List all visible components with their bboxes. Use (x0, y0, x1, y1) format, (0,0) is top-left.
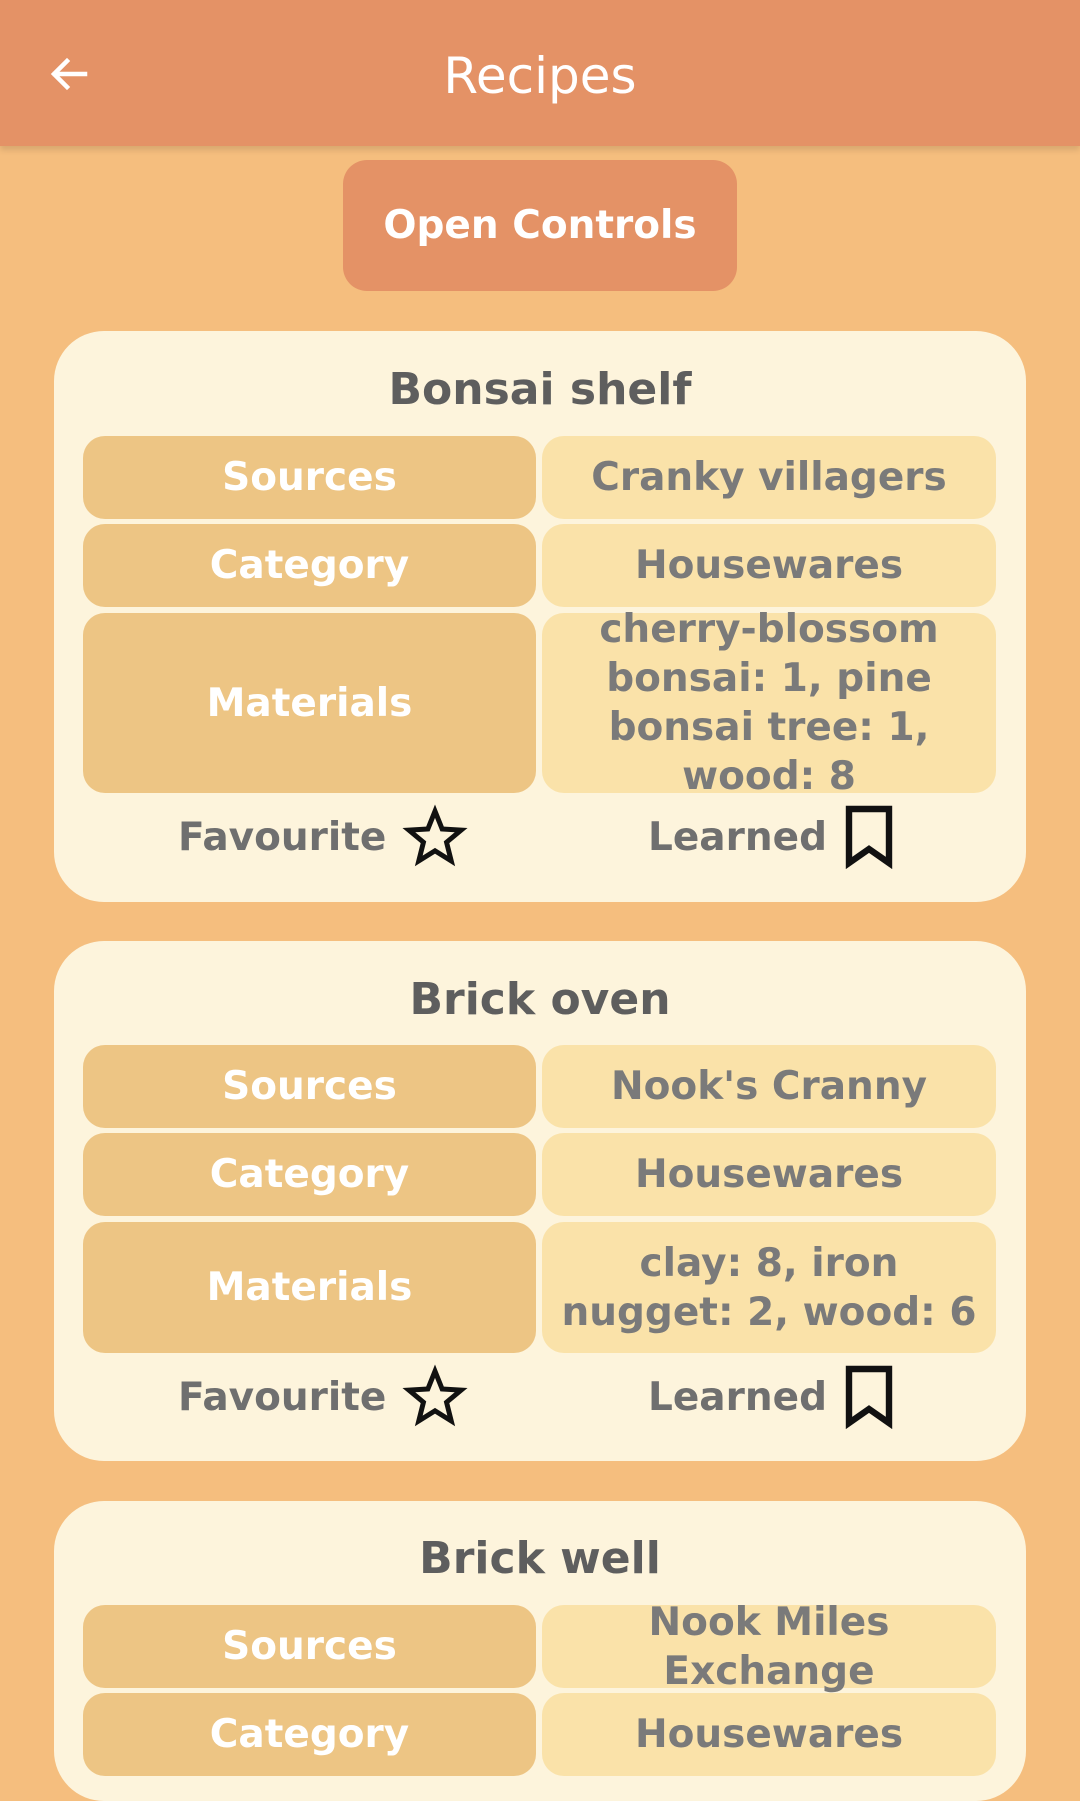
star-outline-icon (402, 1364, 468, 1430)
sources-label: Sources (83, 436, 536, 519)
bookmark-outline-icon (843, 805, 895, 869)
recipe-card: Bonsai shelf Sources Cranky villagers Ca… (54, 331, 1026, 902)
learned-toggle[interactable]: Learned (648, 797, 895, 877)
sources-value: Cranky villagers (542, 436, 996, 519)
learned-toggle[interactable]: Learned (648, 1357, 895, 1437)
materials-label: Materials (83, 613, 536, 793)
bookmark-outline-icon (843, 1365, 895, 1429)
recipe-name: Brick oven (409, 974, 671, 1025)
sources-value: Nook's Cranny (542, 1045, 996, 1128)
favourite-toggle[interactable]: Favourite (178, 797, 468, 877)
learned-label: Learned (648, 1374, 827, 1420)
category-label: Category (83, 1693, 536, 1776)
favourite-label: Favourite (178, 814, 387, 860)
recipe-card: Brick well Sources Nook Miles Exchange C… (54, 1501, 1026, 1801)
category-value: Housewares (542, 524, 996, 607)
favourite-label: Favourite (178, 1374, 387, 1420)
favourite-toggle[interactable]: Favourite (178, 1357, 468, 1437)
materials-value: cherry-blossom bonsai: 1, pine bonsai tr… (542, 607, 996, 799)
category-label: Category (83, 1133, 536, 1216)
sources-label: Sources (83, 1605, 536, 1688)
star-outline-icon (402, 804, 468, 870)
recipe-name: Brick well (419, 1533, 661, 1584)
materials-label: Materials (83, 1222, 536, 1353)
open-controls-button[interactable]: Open Controls (343, 160, 737, 291)
recipe-name: Bonsai shelf (388, 364, 692, 415)
category-value: Housewares (542, 1133, 996, 1216)
page-title: Recipes (443, 47, 637, 105)
app-bar: Recipes (0, 0, 1080, 146)
category-value: Housewares (542, 1693, 996, 1776)
recipe-card: Brick oven Sources Nook's Cranny Categor… (54, 941, 1026, 1461)
sources-label: Sources (83, 1045, 536, 1128)
materials-value: clay: 8, iron nugget: 2, wood: 6 (542, 1222, 996, 1353)
sources-value: Nook Miles Exchange (542, 1600, 996, 1694)
learned-label: Learned (648, 814, 827, 860)
category-label: Category (83, 524, 536, 607)
